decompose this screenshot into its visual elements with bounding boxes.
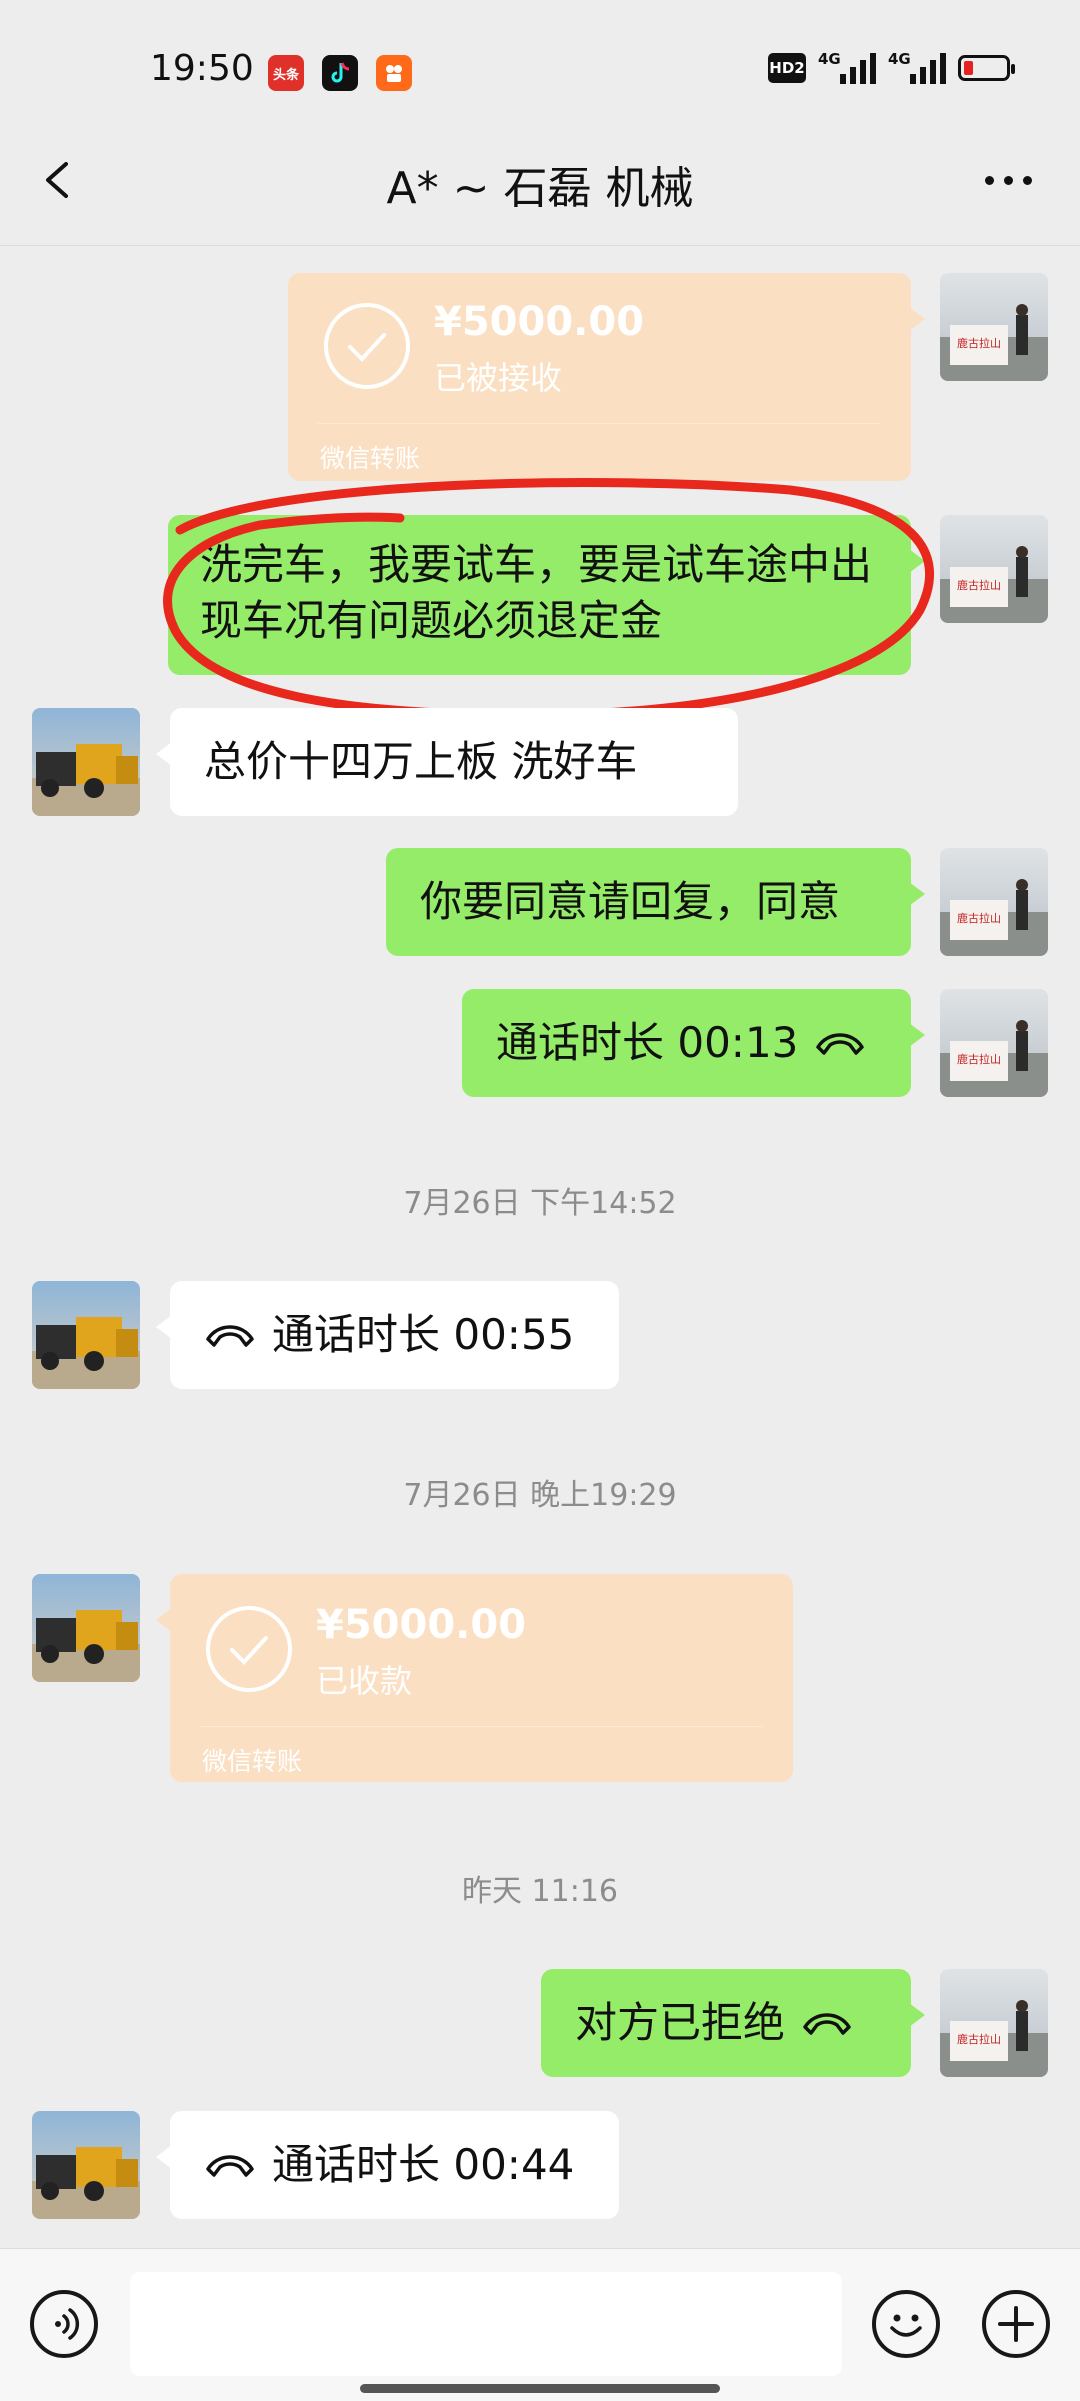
voice-wave-icon xyxy=(55,2308,80,2340)
call-record-received[interactable]: 通话时长 00:44 xyxy=(156,2111,619,2219)
battery-low-icon xyxy=(958,55,1015,81)
my-avatar[interactable]: 鹿古拉山 xyxy=(940,515,1048,623)
hd-voice-icon: HD2 xyxy=(768,53,806,83)
transfer-card-received[interactable]: ¥5000.00 已收款 微信转账 xyxy=(156,1574,793,1782)
message-text: 对方已拒绝 xyxy=(575,1998,786,2047)
smiley-icon xyxy=(890,2314,922,2337)
message-text: 通话时长 00:44 xyxy=(272,2140,575,2189)
transfer-status: 已被接收 xyxy=(434,359,563,397)
home-indicator[interactable] xyxy=(360,2384,720,2393)
phone-hangup-icon xyxy=(206,2155,254,2177)
my-avatar[interactable]: 鹿古拉山 xyxy=(940,273,1048,381)
more-options-icon[interactable] xyxy=(985,176,1032,185)
message-text: 总价十四万上板 洗好车 xyxy=(204,737,638,786)
chat-title: A* ~ 石磊 机械 xyxy=(386,163,694,214)
phone-hangup-icon xyxy=(816,1033,865,1055)
transfer-amount: ¥5000.00 xyxy=(434,299,645,345)
timestamp: 7月26日 晚上19:29 xyxy=(403,1478,677,1513)
contact-avatar[interactable] xyxy=(32,708,140,816)
toutiao-app-icon: 头条 xyxy=(268,55,304,91)
my-avatar[interactable]: 鹿古拉山 xyxy=(940,1969,1048,2077)
svg-text:鹿古拉山: 鹿古拉山 xyxy=(957,578,1001,592)
message-bubble-sent[interactable]: 你要同意请回复，同意 xyxy=(386,848,925,956)
phone-hangup-icon xyxy=(803,2013,851,2035)
svg-text:鹿古拉山: 鹿古拉山 xyxy=(957,336,1001,350)
call-record-sent[interactable]: 通话时长 00:13 xyxy=(462,989,925,1097)
check-circle-icon xyxy=(206,1606,292,1692)
my-avatar[interactable]: 鹿古拉山 xyxy=(940,989,1048,1097)
signal-icon-2: 4G xyxy=(888,50,946,84)
red-annotation-circle xyxy=(163,478,934,720)
timestamp: 7月26日 下午14:52 xyxy=(403,1186,677,1221)
call-record-sent[interactable]: 对方已拒绝 xyxy=(541,1969,925,2077)
status-indicators: HD2 4G 4G xyxy=(768,50,1015,84)
message-bubble-received[interactable]: 总价十四万上板 洗好车 xyxy=(156,708,738,816)
message-input[interactable] xyxy=(130,2272,842,2376)
call-record-received[interactable]: 通话时长 00:55 xyxy=(156,1281,619,1389)
message-text: 你要同意请回复，同意 xyxy=(420,877,841,926)
emoji-button[interactable] xyxy=(872,2290,940,2358)
message-text: 通话时长 00:13 xyxy=(496,1018,799,1067)
check-circle-icon xyxy=(324,303,410,389)
svg-text:鹿古拉山: 鹿古拉山 xyxy=(957,911,1001,925)
status-time: 19:50 xyxy=(150,48,254,89)
timestamp: 昨天 11:16 xyxy=(462,1874,618,1909)
svg-text:鹿古拉山: 鹿古拉山 xyxy=(957,1052,1001,1066)
transfer-divider xyxy=(200,1726,763,1727)
transfer-amount: ¥5000.00 xyxy=(316,1602,527,1648)
contact-avatar[interactable] xyxy=(32,1574,140,1682)
signal-icon-1: 4G xyxy=(818,50,876,84)
voice-input-button[interactable] xyxy=(30,2290,98,2358)
my-avatar[interactable]: 鹿古拉山 xyxy=(940,848,1048,956)
contact-avatar[interactable] xyxy=(32,1281,140,1389)
contact-avatar[interactable] xyxy=(32,2111,140,2219)
message-text: 通话时长 00:55 xyxy=(272,1310,575,1359)
phone-hangup-icon xyxy=(206,1325,254,1347)
more-functions-button[interactable] xyxy=(982,2290,1050,2358)
plus-icon xyxy=(998,2306,1034,2342)
kuaishou-icon xyxy=(376,55,412,91)
transfer-label: 微信转账 xyxy=(202,1747,303,1776)
transfer-status: 已收款 xyxy=(316,1662,413,1700)
svg-text:鹿古拉山: 鹿古拉山 xyxy=(957,2032,1001,2046)
transfer-divider xyxy=(318,423,881,424)
transfer-card-sent[interactable]: ¥5000.00 已被接收 微信转账 xyxy=(288,273,925,481)
tiktok-icon xyxy=(322,55,358,91)
